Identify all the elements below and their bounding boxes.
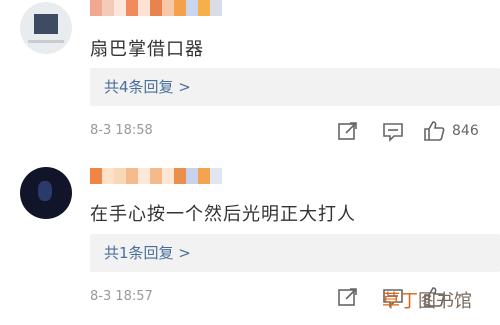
username-pixelated[interactable]	[90, 0, 222, 16]
watermark: 草丁图书馆	[382, 285, 472, 315]
comment-meta: 8-3 18:58 846	[90, 120, 500, 142]
username-pixel	[126, 0, 138, 16]
username-pixel	[90, 0, 102, 16]
comment-item: 扇巴掌借口器 共4条回复 > 8-3 18:58 846	[0, 0, 500, 162]
comment-icon[interactable]	[382, 120, 404, 142]
watermark-text: 草丁图书馆	[382, 291, 472, 312]
username-pixel	[90, 168, 102, 184]
username-pixel	[150, 0, 162, 16]
view-replies-button[interactable]: 共4条回复 >	[90, 68, 500, 106]
username-pixel	[198, 0, 210, 16]
username-pixel	[174, 168, 186, 184]
username-pixel	[126, 168, 138, 184]
username-pixelated[interactable]	[90, 168, 222, 184]
thumbs-up-icon[interactable]	[423, 120, 445, 142]
username-pixel	[102, 168, 114, 184]
username-pixel	[162, 168, 174, 184]
view-replies-button[interactable]: 共1条回复 >	[90, 234, 500, 272]
username-pixel	[138, 168, 150, 184]
comment-text: 在手心按一个然后光明正大打人	[90, 204, 356, 225]
username-pixel	[186, 0, 198, 16]
comment-text: 扇巴掌借口器	[90, 39, 204, 60]
username-pixel	[162, 0, 174, 16]
username-pixel	[174, 0, 186, 16]
avatar[interactable]	[20, 167, 72, 219]
username-pixel	[210, 0, 222, 16]
username-pixel	[186, 168, 198, 184]
share-icon[interactable]	[337, 286, 359, 308]
share-icon[interactable]	[337, 120, 359, 142]
username-pixel	[198, 168, 210, 184]
comment-date: 8-3 18:58	[90, 123, 153, 138]
like-count: 846	[452, 123, 479, 139]
username-pixel	[138, 0, 150, 16]
username-pixel	[150, 168, 162, 184]
username-pixel	[114, 168, 126, 184]
username-pixel	[210, 168, 222, 184]
comment-date: 8-3 18:57	[90, 289, 153, 304]
username-pixel	[102, 0, 114, 16]
avatar[interactable]	[20, 2, 72, 54]
username-pixel	[114, 0, 126, 16]
